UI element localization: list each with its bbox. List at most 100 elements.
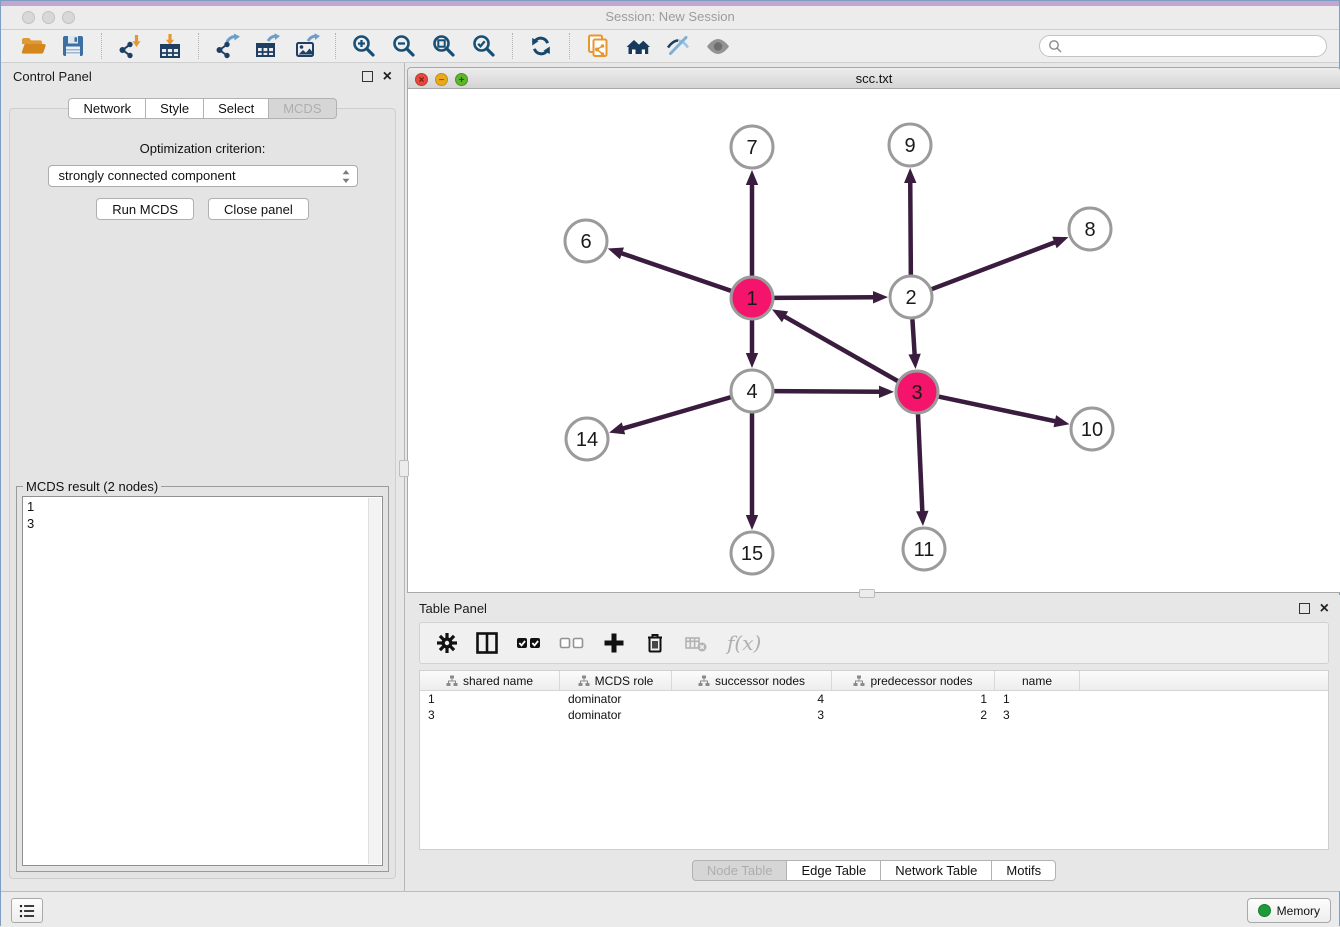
tab-mcds[interactable]: MCDS (268, 98, 336, 119)
export-table-icon[interactable] (254, 33, 280, 59)
graph-edge[interactable] (774, 391, 881, 392)
column-header-name[interactable]: name (995, 671, 1080, 690)
mcds-result-line: 3 (27, 515, 378, 532)
cell-predecessor-nodes[interactable]: 1 (832, 691, 995, 707)
gear-icon[interactable] (436, 632, 458, 654)
toolbar-separator (335, 33, 336, 59)
task-history-button[interactable] (11, 898, 43, 923)
cell-name[interactable]: 3 (995, 707, 1080, 723)
refresh-icon[interactable] (528, 33, 554, 59)
import-table-icon[interactable] (157, 33, 183, 59)
tab-edge-table[interactable]: Edge Table (786, 860, 881, 881)
trash-icon[interactable] (643, 631, 667, 655)
table-row[interactable]: 1 dominator 4 1 1 (420, 691, 1328, 707)
columns-icon[interactable] (475, 631, 499, 655)
tab-motifs[interactable]: Motifs (991, 860, 1056, 881)
float-table-panel-icon[interactable] (1299, 603, 1310, 614)
tab-network[interactable]: Network (68, 98, 146, 119)
graph-edge[interactable] (783, 316, 898, 381)
graph-edge-arrowhead (908, 354, 920, 369)
close-panel-icon[interactable]: × (383, 71, 392, 82)
zoom-out-icon[interactable] (391, 33, 417, 59)
graph-node-label: 15 (741, 543, 763, 565)
eye-slash-icon[interactable] (665, 33, 691, 59)
run-mcds-button[interactable]: Run MCDS (96, 198, 194, 220)
zoom-in-icon[interactable] (351, 33, 377, 59)
cell-successor-nodes[interactable]: 3 (672, 707, 832, 723)
graph-edge-arrowhead (609, 422, 625, 434)
graph-edge[interactable] (774, 297, 875, 298)
search-icon (1048, 39, 1062, 53)
application-window: Session: New Session (0, 0, 1340, 926)
graph-edge-arrowhead (873, 291, 888, 303)
export-network-icon[interactable] (214, 33, 240, 59)
memory-status-icon (1258, 904, 1271, 917)
status-bar: Memory (1, 891, 1339, 927)
cell-name[interactable]: 1 (995, 691, 1080, 707)
graph-edge[interactable] (622, 397, 731, 429)
select-all-icon[interactable] (516, 632, 542, 654)
mcds-result-title: MCDS result (2 nodes) (23, 479, 161, 494)
graph-edge[interactable] (932, 242, 1057, 289)
column-header-predecessor-nodes[interactable]: predecessor nodes (832, 671, 995, 690)
tab-node-table[interactable]: Node Table (692, 860, 788, 881)
float-panel-icon[interactable] (362, 71, 373, 82)
import-network-icon[interactable] (117, 33, 143, 59)
horizontal-splitter-handle[interactable] (859, 589, 875, 598)
copy-network-icon[interactable] (585, 33, 611, 59)
unselect-all-icon[interactable] (559, 632, 585, 654)
eye-icon[interactable] (705, 33, 731, 59)
toolbar-separator (512, 33, 513, 59)
cell-mcds-role[interactable]: dominator (560, 707, 672, 723)
mcds-result-line: 1 (27, 498, 378, 515)
graph-node-label: 2 (905, 287, 916, 309)
tree-icon (578, 675, 590, 687)
main-toolbar (1, 30, 1339, 63)
criterion-select[interactable]: strongly connected component (48, 165, 358, 187)
vertical-splitter-handle[interactable] (399, 460, 409, 477)
cell-predecessor-nodes[interactable]: 2 (832, 707, 995, 723)
network-canvas[interactable]: 1234678910111415 (407, 89, 1340, 593)
cell-shared-name[interactable]: 3 (420, 707, 560, 723)
control-panel-header: Control Panel × (1, 63, 404, 89)
table-panel-header: Table Panel × (407, 595, 1340, 621)
graph-edge[interactable] (918, 414, 922, 513)
mcds-result-textarea[interactable]: 1 3 (22, 496, 383, 866)
optimization-criterion-label: Optimization criterion: (10, 141, 395, 156)
tab-style[interactable]: Style (145, 98, 204, 119)
memory-button[interactable]: Memory (1247, 898, 1331, 923)
graph-edge-arrowhead (746, 170, 758, 185)
close-table-panel-icon[interactable]: × (1320, 603, 1329, 614)
search-input[interactable] (1039, 35, 1327, 57)
zoom-selected-icon[interactable] (471, 33, 497, 59)
add-column-icon[interactable] (602, 631, 626, 655)
save-icon[interactable] (60, 33, 86, 59)
column-header-mcds-role[interactable]: MCDS role (560, 671, 672, 690)
open-folder-icon[interactable] (20, 33, 46, 59)
graph-edge-arrowhead (879, 386, 894, 398)
tab-select[interactable]: Select (203, 98, 269, 119)
tab-network-table[interactable]: Network Table (880, 860, 992, 881)
network-view-frame: × − + scc.txt 1234678910111415 (407, 67, 1340, 593)
export-image-icon[interactable] (294, 33, 320, 59)
cell-mcds-role[interactable]: dominator (560, 691, 672, 707)
houses-icon[interactable] (625, 33, 651, 59)
function-builder-icon[interactable]: f(x) (725, 630, 765, 656)
close-panel-button[interactable]: Close panel (208, 198, 309, 220)
column-header-successor-nodes[interactable]: successor nodes (672, 671, 832, 690)
graph-edge[interactable] (912, 319, 914, 356)
graph-node-label: 6 (580, 231, 591, 253)
table-row[interactable]: 3 dominator 3 2 3 (420, 707, 1328, 723)
result-scrollbar[interactable] (368, 498, 381, 864)
cell-successor-nodes[interactable]: 4 (672, 691, 832, 707)
graph-edge[interactable] (939, 397, 1057, 422)
graph-edge-arrowhead (608, 247, 624, 259)
delete-table-icon[interactable] (684, 632, 708, 654)
toolbar-separator (198, 33, 199, 59)
cell-shared-name[interactable]: 1 (420, 691, 560, 707)
graph-edge[interactable] (620, 253, 731, 291)
zoom-fit-icon[interactable] (431, 33, 457, 59)
graph-edge[interactable] (910, 181, 911, 275)
svg-text:f(x): f(x) (725, 631, 761, 655)
column-header-shared-name[interactable]: shared name (420, 671, 560, 690)
